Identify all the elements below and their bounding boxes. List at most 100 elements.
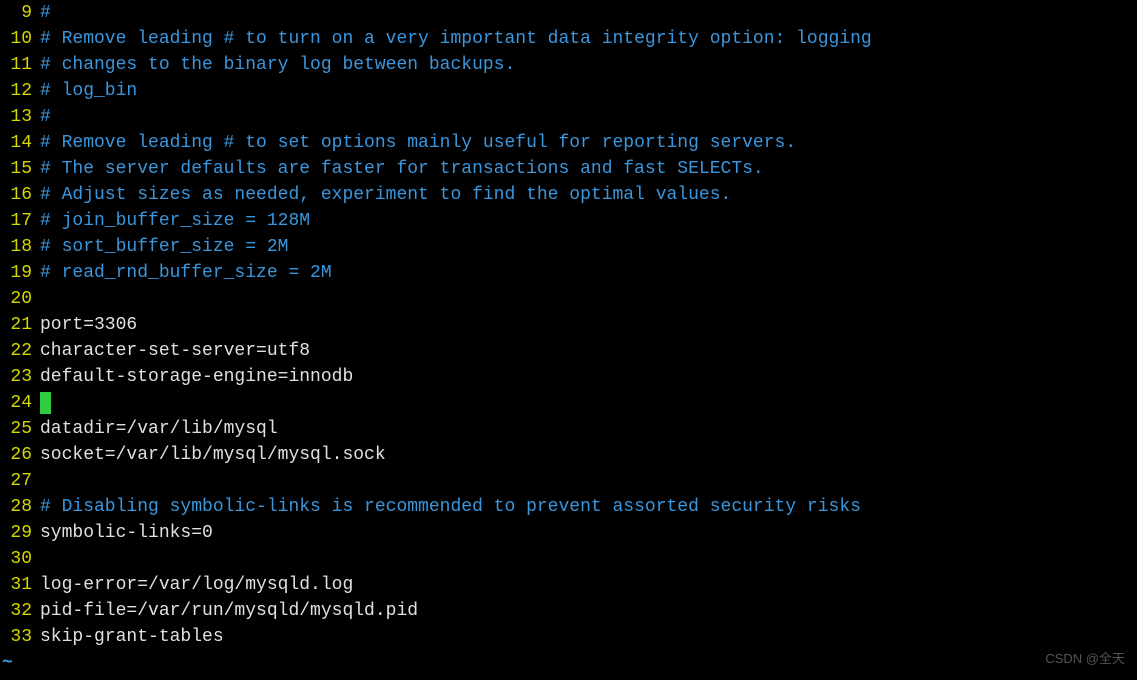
comment-text: # changes to the binary log between back… [40, 55, 515, 75]
line-content[interactable]: # Remove leading # to turn on a very imp… [40, 26, 1137, 52]
line-number: 22 [0, 338, 40, 364]
editor-line[interactable]: 30 [0, 546, 1137, 572]
editor-line[interactable]: 26socket=/var/lib/mysql/mysql.sock [0, 442, 1137, 468]
code-text: character-set-server=utf8 [40, 341, 310, 361]
vim-tilde: ~ [0, 650, 1137, 676]
line-number: 32 [0, 598, 40, 624]
line-number: 17 [0, 208, 40, 234]
comment-text: # read_rnd_buffer_size = 2M [40, 263, 332, 283]
comment-text: # Adjust sizes as needed, experiment to … [40, 185, 731, 205]
editor-line[interactable]: 18# sort_buffer_size = 2M [0, 234, 1137, 260]
line-content[interactable]: datadir=/var/lib/mysql [40, 416, 1137, 442]
line-content[interactable]: # Disabling symbolic-links is recommende… [40, 494, 1137, 520]
editor-line[interactable]: 10# Remove leading # to turn on a very i… [0, 26, 1137, 52]
line-content[interactable] [40, 546, 1137, 572]
line-content[interactable] [40, 286, 1137, 312]
line-content[interactable]: # Adjust sizes as needed, experiment to … [40, 182, 1137, 208]
editor-line[interactable]: 22character-set-server=utf8 [0, 338, 1137, 364]
line-number: 21 [0, 312, 40, 338]
line-content[interactable]: # sort_buffer_size = 2M [40, 234, 1137, 260]
watermark: CSDN @全天 [1045, 646, 1125, 672]
line-content[interactable]: log-error=/var/log/mysqld.log [40, 572, 1137, 598]
line-number: 25 [0, 416, 40, 442]
line-content[interactable]: # changes to the binary log between back… [40, 52, 1137, 78]
editor-line[interactable]: 21port=3306 [0, 312, 1137, 338]
editor-line[interactable]: 28# Disabling symbolic-links is recommen… [0, 494, 1137, 520]
line-number: 15 [0, 156, 40, 182]
editor-line[interactable]: 9# [0, 0, 1137, 26]
line-number: 30 [0, 546, 40, 572]
editor-line[interactable]: 20 [0, 286, 1137, 312]
code-text: symbolic-links=0 [40, 523, 213, 543]
line-content[interactable]: socket=/var/lib/mysql/mysql.sock [40, 442, 1137, 468]
code-text: log-error=/var/log/mysqld.log [40, 575, 353, 595]
editor-line[interactable]: 23default-storage-engine=innodb [0, 364, 1137, 390]
editor-line[interactable]: 27 [0, 468, 1137, 494]
comment-text: # sort_buffer_size = 2M [40, 237, 288, 257]
line-number: 19 [0, 260, 40, 286]
line-content[interactable]: # read_rnd_buffer_size = 2M [40, 260, 1137, 286]
code-text: pid-file=/var/run/mysqld/mysqld.pid [40, 601, 418, 621]
line-number: 31 [0, 572, 40, 598]
editor-line[interactable]: 16# Adjust sizes as needed, experiment t… [0, 182, 1137, 208]
comment-text: # Disabling symbolic-links is recommende… [40, 497, 861, 517]
comment-text: # [40, 3, 51, 23]
editor-line[interactable]: 17# join_buffer_size = 128M [0, 208, 1137, 234]
editor-line[interactable]: 19# read_rnd_buffer_size = 2M [0, 260, 1137, 286]
line-content[interactable]: default-storage-engine=innodb [40, 364, 1137, 390]
editor-line[interactable]: 13# [0, 104, 1137, 130]
comment-text: # join_buffer_size = 128M [40, 211, 310, 231]
line-number: 26 [0, 442, 40, 468]
line-number: 12 [0, 78, 40, 104]
line-content[interactable]: symbolic-links=0 [40, 520, 1137, 546]
code-text: datadir=/var/lib/mysql [40, 419, 278, 439]
code-text: port=3306 [40, 315, 137, 335]
code-text: socket=/var/lib/mysql/mysql.sock [40, 445, 386, 465]
editor-line[interactable]: 12# log_bin [0, 78, 1137, 104]
line-number: 33 [0, 624, 40, 650]
editor-line[interactable]: 11# changes to the binary log between ba… [0, 52, 1137, 78]
cursor [40, 392, 51, 414]
line-number: 18 [0, 234, 40, 260]
line-content[interactable] [40, 468, 1137, 494]
line-number: 11 [0, 52, 40, 78]
comment-text: # log_bin [40, 81, 137, 101]
line-number: 9 [0, 0, 40, 26]
line-content[interactable]: port=3306 [40, 312, 1137, 338]
line-number: 13 [0, 104, 40, 130]
line-number: 29 [0, 520, 40, 546]
line-content[interactable]: character-set-server=utf8 [40, 338, 1137, 364]
line-number: 23 [0, 364, 40, 390]
line-content[interactable]: # [40, 0, 1137, 26]
comment-text: # Remove leading # to turn on a very imp… [40, 29, 872, 49]
line-content[interactable]: # Remove leading # to set options mainly… [40, 130, 1137, 156]
line-number: 16 [0, 182, 40, 208]
code-text: skip-grant-tables [40, 627, 224, 647]
line-content[interactable] [40, 390, 1137, 416]
editor-line[interactable]: 31log-error=/var/log/mysqld.log [0, 572, 1137, 598]
comment-text: # Remove leading # to set options mainly… [40, 133, 796, 153]
comment-text: # The server defaults are faster for tra… [40, 159, 764, 179]
line-content[interactable]: skip-grant-tables [40, 624, 1137, 650]
comment-text: # [40, 107, 51, 127]
line-content[interactable]: pid-file=/var/run/mysqld/mysqld.pid [40, 598, 1137, 624]
text-editor[interactable]: 9#10# Remove leading # to turn on a very… [0, 0, 1137, 650]
line-number: 28 [0, 494, 40, 520]
editor-line[interactable]: 24 [0, 390, 1137, 416]
editor-line[interactable]: 32pid-file=/var/run/mysqld/mysqld.pid [0, 598, 1137, 624]
editor-line[interactable]: 29symbolic-links=0 [0, 520, 1137, 546]
line-number: 10 [0, 26, 40, 52]
line-number: 24 [0, 390, 40, 416]
editor-line[interactable]: 14# Remove leading # to set options main… [0, 130, 1137, 156]
line-number: 27 [0, 468, 40, 494]
line-number: 14 [0, 130, 40, 156]
editor-line[interactable]: 15# The server defaults are faster for t… [0, 156, 1137, 182]
editor-line[interactable]: 33skip-grant-tables [0, 624, 1137, 650]
editor-line[interactable]: 25datadir=/var/lib/mysql [0, 416, 1137, 442]
line-number: 20 [0, 286, 40, 312]
line-content[interactable]: # The server defaults are faster for tra… [40, 156, 1137, 182]
line-content[interactable]: # [40, 104, 1137, 130]
line-content[interactable]: # log_bin [40, 78, 1137, 104]
line-content[interactable]: # join_buffer_size = 128M [40, 208, 1137, 234]
code-text: default-storage-engine=innodb [40, 367, 353, 387]
